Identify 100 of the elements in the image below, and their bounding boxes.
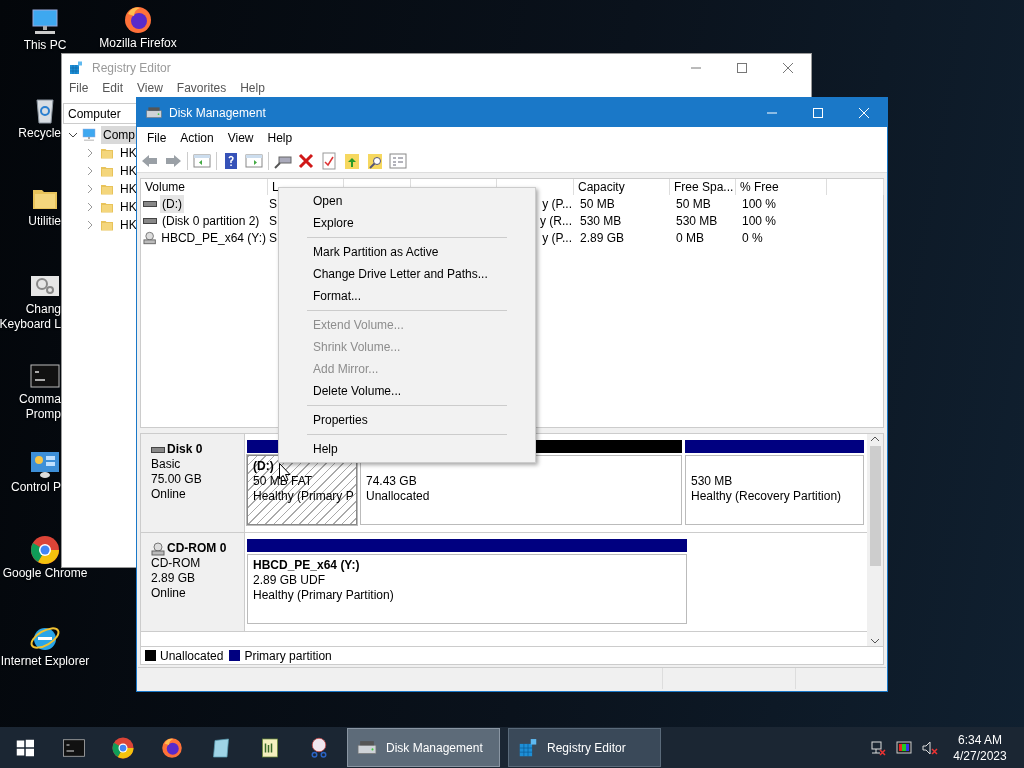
table-cell-text: y (P... bbox=[542, 229, 572, 247]
menu-item[interactable]: File bbox=[140, 129, 174, 147]
desktop-shortcut-icon[interactable] bbox=[29, 534, 61, 566]
partition-info: Healthy (Primary Partition) bbox=[253, 588, 394, 603]
desktop-icon-label: Promp bbox=[25, 407, 61, 422]
menu-item[interactable]: Format... bbox=[279, 285, 535, 307]
volume-cell[interactable]: (Disk 0 partition 2) bbox=[160, 211, 262, 230]
partition-block[interactable]: 530 MB Healthy (Recovery Partition) bbox=[685, 455, 864, 525]
disk-name: Disk 0 bbox=[167, 442, 203, 457]
close-icon bbox=[859, 107, 869, 118]
table-cell: 50 MB bbox=[580, 196, 615, 211]
table-cell: 0 MB bbox=[676, 230, 704, 245]
table-cell: 0 % bbox=[742, 230, 763, 245]
partition-info: 530 MB bbox=[691, 474, 733, 489]
disk-info: Online bbox=[151, 487, 187, 502]
volume-cell[interactable]: (D:) bbox=[160, 194, 184, 213]
partition-info: 2.89 GB UDF bbox=[253, 573, 326, 588]
drive-icon bbox=[151, 445, 165, 454]
delete-icon[interactable] bbox=[297, 151, 315, 170]
menu-item[interactable]: Delete Volume... bbox=[279, 380, 535, 402]
volume-cell[interactable]: HBCD_PE_x64 (Y:) bbox=[159, 228, 268, 247]
menu-item[interactable]: File bbox=[62, 81, 96, 95]
chevron-down-icon[interactable] bbox=[69, 131, 77, 139]
menu-item[interactable]: Favorites bbox=[169, 81, 234, 95]
disk-info-panel[interactable]: Disk 0 Basic 75.00 GB Online bbox=[141, 434, 245, 532]
disk-name: CD-ROM 0 bbox=[167, 541, 227, 556]
chevron-right-icon[interactable] bbox=[86, 221, 94, 229]
menu-item[interactable]: Help bbox=[260, 129, 300, 147]
display-color-icon[interactable] bbox=[896, 739, 912, 756]
drive-icon bbox=[143, 216, 157, 225]
tree-item[interactable]: HK bbox=[120, 144, 137, 162]
window-title: Disk Management bbox=[169, 104, 266, 122]
tree-item[interactable]: Comp bbox=[101, 126, 137, 144]
folder-up-icon[interactable] bbox=[343, 151, 361, 170]
column-header[interactable]: % Free bbox=[740, 178, 779, 196]
scroll-up-icon[interactable] bbox=[870, 434, 880, 444]
table-cell: 2.89 GB bbox=[580, 230, 625, 245]
menu-item[interactable]: View bbox=[220, 129, 261, 147]
chrome-icon bbox=[29, 534, 61, 566]
speaker-muted-icon[interactable] bbox=[922, 739, 938, 756]
menu-item[interactable]: Mark Partition as Active bbox=[279, 241, 535, 263]
table-cell: 100 % bbox=[742, 196, 777, 211]
chrome-icon bbox=[110, 735, 135, 760]
table-cell: 100 % bbox=[742, 213, 777, 228]
menu-item[interactable]: Properties bbox=[279, 409, 535, 431]
clock[interactable]: 6:34 AM 4/27/2023 bbox=[948, 731, 1012, 764]
checklist-icon[interactable] bbox=[320, 151, 338, 170]
scroll-down-icon[interactable] bbox=[870, 636, 880, 646]
disk-info: CD-ROM bbox=[151, 556, 202, 571]
desktop-icon-label: Utilitie bbox=[28, 214, 61, 229]
partition-block[interactable]: HBCD_PE_x64 (Y:) 2.89 GB UDF Healthy (Primary Partition) bbox=[247, 554, 687, 624]
desktop-icon-label: This PC bbox=[23, 38, 67, 53]
table-cell: S bbox=[269, 213, 277, 228]
tree-item[interactable]: HK bbox=[120, 162, 137, 180]
desktop-icon-label: Keyboard L bbox=[0, 317, 61, 332]
chevron-right-icon[interactable] bbox=[86, 203, 94, 211]
partition-info: Unallocated bbox=[366, 489, 430, 504]
chevron-right-icon[interactable] bbox=[86, 149, 94, 157]
registry-cubes-icon bbox=[517, 736, 539, 759]
menu-item[interactable]: Help bbox=[233, 81, 272, 95]
help-icon[interactable] bbox=[222, 151, 240, 170]
chevron-right-icon[interactable] bbox=[86, 167, 94, 175]
partition-info: Healthy (Recovery Partition) bbox=[691, 489, 842, 504]
chevron-right-icon[interactable] bbox=[86, 185, 94, 193]
partition-title: (D:) bbox=[253, 459, 274, 474]
desktop-shortcut-icon[interactable] bbox=[122, 4, 154, 36]
tree-item[interactable]: HK bbox=[120, 180, 137, 198]
maximize-icon bbox=[737, 62, 747, 73]
folder-search-icon[interactable] bbox=[366, 151, 384, 170]
taskbar-window-button[interactable]: Registry Editor bbox=[508, 728, 661, 767]
menu-item[interactable]: Explore bbox=[279, 212, 535, 234]
menu-item[interactable]: Edit bbox=[95, 81, 131, 95]
table-cell: 530 MB bbox=[580, 213, 622, 228]
desktop-icon-label: Control P bbox=[10, 480, 61, 495]
taskbar-window-button[interactable]: Disk Management bbox=[347, 728, 500, 767]
table-cell-text: y (R... bbox=[540, 212, 572, 230]
desktop-icon-label: Internet Explorer bbox=[0, 654, 90, 669]
table-cell: S bbox=[269, 196, 277, 211]
computer-icon bbox=[81, 127, 97, 143]
desktop-icon-label: Comma bbox=[19, 392, 61, 407]
disk-info: Online bbox=[151, 586, 187, 601]
menu-item[interactable]: View bbox=[130, 81, 170, 95]
disk-info-panel[interactable]: CD-ROM 0 CD-ROM 2.89 GB Online bbox=[141, 533, 245, 631]
drive-icon bbox=[143, 199, 157, 208]
table-cell: 530 MB bbox=[676, 213, 718, 228]
scrollbar[interactable] bbox=[867, 434, 883, 646]
table-cell: 50 MB bbox=[676, 196, 711, 211]
firefox-icon bbox=[159, 735, 184, 760]
column-header[interactable]: L bbox=[272, 178, 279, 196]
tree-item[interactable]: HK bbox=[120, 198, 137, 216]
menu-item[interactable]: Action bbox=[173, 129, 221, 147]
column-header[interactable]: Capacity bbox=[578, 178, 625, 196]
network-error-icon[interactable] bbox=[870, 739, 886, 756]
table-cell: S bbox=[269, 230, 277, 245]
menu-item[interactable]: Change Drive Letter and Paths... bbox=[279, 263, 535, 285]
column-header[interactable]: Volume bbox=[145, 178, 186, 196]
column-header[interactable]: Free Spa... bbox=[674, 178, 734, 196]
tree-item[interactable]: HK bbox=[120, 216, 137, 234]
menu-item[interactable]: Open bbox=[279, 190, 535, 212]
maximize-icon bbox=[813, 107, 823, 118]
